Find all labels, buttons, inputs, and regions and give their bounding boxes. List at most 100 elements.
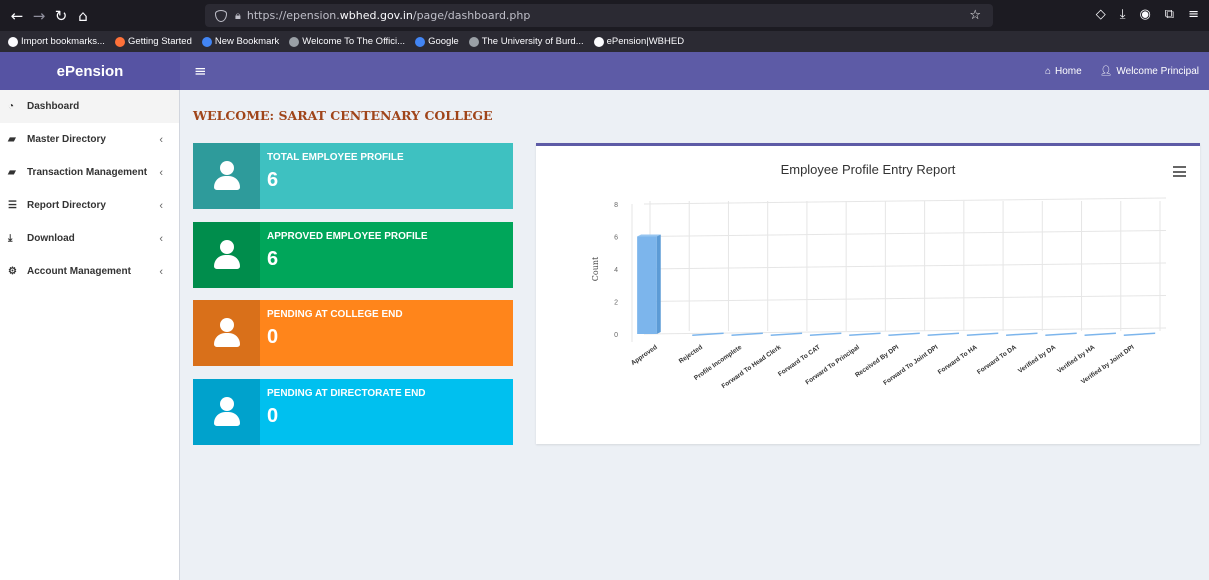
chart-panel: Employee Profile Entry Report 0 2 4 6 8 Count A… — [536, 143, 1200, 444]
stat-card-value: 6 — [267, 248, 279, 270]
menu-icon[interactable]: ≡ — [1188, 7, 1199, 22]
sidebar-item-download[interactable]: ⤓ Download ‹ — [0, 222, 179, 255]
book-icon: ▰ — [8, 167, 16, 178]
x-tick-label: Verified by HA — [1056, 344, 1096, 375]
bookmark-label: Getting Started — [127, 36, 192, 47]
user-icon — [193, 379, 260, 445]
bookmark-item[interactable]: Google — [415, 36, 459, 47]
chart-bar — [888, 332, 920, 336]
sidebar-item-report-directory[interactable]: ☰ Report Directory ‹ — [0, 189, 179, 222]
bookmark-item[interactable]: Getting Started — [114, 36, 192, 47]
chart-bar — [849, 332, 881, 336]
stat-card-label: TOTAL EMPLOYEE PROFILE — [267, 152, 404, 163]
user-menu-label: Welcome Principal — [1116, 65, 1199, 77]
user-icon — [193, 143, 260, 209]
sidebar-item-label: Transaction Management — [27, 167, 148, 178]
home-icon[interactable]: ⌂ — [72, 7, 94, 25]
y-tick-label: 4 — [614, 267, 618, 274]
url-bar[interactable]: 🔒︎ https://epension. wbhed.gov.in/page/da… — [205, 4, 993, 27]
bookmark-favicon-icon — [593, 36, 604, 47]
lock-icon[interactable]: 🔒︎ — [235, 9, 241, 23]
stat-card: PENDING AT COLLEGE END 0 — [193, 300, 513, 366]
chart-svg: Employee Profile Entry Report 0 2 4 6 8 Count A… — [591, 162, 1167, 390]
bookmark-label: Google — [428, 36, 459, 47]
y-axis-label: Count — [591, 256, 600, 281]
y-tick-label: 2 — [614, 300, 618, 307]
sidebar-toggle-icon[interactable]: ≡ — [194, 62, 207, 80]
stat-card: TOTAL EMPLOYEE PROFILE 6 — [193, 143, 513, 209]
stat-card-value: 0 — [267, 326, 279, 348]
chevron-left-icon: ‹ — [159, 166, 163, 179]
user-icon: 👤︎ — [1099, 65, 1113, 77]
chart-bar — [1084, 332, 1116, 336]
bookmark-item[interactable]: New Bookmark — [201, 36, 279, 47]
url-domain: wbhed.gov.in — [339, 9, 413, 22]
gridline — [643, 295, 1167, 302]
bookmark-item[interactable]: Import bookmarks... — [8, 36, 105, 47]
sidebar-item-label: Report Directory — [27, 200, 106, 211]
home-link[interactable]: ⌂ Home — [1045, 66, 1082, 77]
database-icon: ☰ — [8, 200, 17, 211]
user-menu[interactable]: 👤︎ Welcome Principal — [1100, 66, 1199, 77]
y-tick-label: 0 — [614, 332, 618, 339]
stat-card-value: 6 — [267, 169, 279, 191]
sidebar-item-label: Download — [27, 233, 75, 244]
bookmark-favicon-icon — [114, 36, 125, 47]
bookmark-label: Welcome To The Offici... — [302, 36, 406, 47]
y-tick-label: 6 — [614, 235, 618, 242]
book-icon: ▰ — [8, 134, 16, 145]
brand-logo[interactable]: ePension — [0, 52, 180, 90]
reload-icon[interactable]: ↻ — [50, 7, 72, 25]
account-icon[interactable]: ◉ — [1139, 7, 1150, 22]
toolbar-icons: ◇ ⤓ ◉ ⧉ ≡ — [1096, 7, 1199, 22]
url-path: /page/dashboard.php — [412, 9, 531, 22]
x-tick-label: Forward To DA — [976, 344, 1018, 376]
sidebar-item-master-directory[interactable]: ▰ Master Directory ‹ — [0, 123, 179, 156]
bookmark-label: The University of Burd... — [481, 36, 584, 47]
bookmark-star-icon[interactable]: ☆ — [969, 8, 981, 23]
browser-toolbar: ← → ↻ ⌂ 🔒︎ https://epension. wbhed.gov.in… — [0, 0, 1209, 31]
bookmark-item[interactable]: Welcome To The Offici... — [289, 36, 405, 47]
chart-menu-icon[interactable] — [1173, 166, 1186, 180]
stat-card: APPROVED EMPLOYEE PROFILE 6 — [193, 222, 513, 288]
y-tick-label: 8 — [614, 202, 618, 209]
gridline — [643, 197, 1167, 205]
page-title: WELCOME: SARAT CENTENARY COLLEGE — [193, 108, 493, 123]
x-tick-label: Forward To HA — [937, 344, 979, 376]
x-tick-label: Approved — [630, 344, 659, 367]
chart-bar-top — [637, 234, 661, 237]
chart-bar — [770, 332, 803, 336]
gridline — [643, 262, 1167, 270]
chevron-left-icon: ‹ — [159, 133, 163, 146]
sidebar-item-account-management[interactable]: ⚙ Account Management ‹ — [0, 255, 179, 288]
bookmark-item[interactable]: The University of Burd... — [468, 36, 584, 47]
chevron-left-icon: ‹ — [159, 199, 163, 212]
gridline — [643, 230, 1167, 237]
sidebar-item-label: Account Management — [27, 266, 131, 277]
home-nav-icon: ⌂ — [1044, 65, 1051, 77]
dashboard-icon: ◔ — [8, 101, 15, 112]
extensions-icon[interactable]: ⧉ — [1165, 7, 1174, 22]
back-icon[interactable]: ← — [6, 7, 28, 25]
x-tick-label: Rejected — [678, 344, 704, 365]
x-tick-label: Verified by DA — [1017, 344, 1057, 375]
sidebar-item-label: Master Directory — [27, 134, 106, 145]
bookmark-favicon-icon — [8, 36, 18, 47]
sidebar-item-dashboard[interactable]: ◔ Dashboard — [0, 90, 179, 123]
stat-card-value: 0 — [267, 405, 279, 427]
bookmark-item[interactable]: ePension|WBHED — [593, 36, 684, 47]
bookmark-label: Import bookmarks... — [21, 36, 105, 47]
chart-title: Employee Profile Entry Report — [781, 162, 956, 177]
tracking-shield-icon[interactable] — [215, 9, 227, 22]
app-header: ePension ≡ ⌂ Home 👤︎ Welcome Principal — [0, 52, 1209, 90]
downloads-icon[interactable]: ⤓ — [1120, 7, 1126, 22]
user-icon — [193, 300, 260, 366]
user-icon — [193, 222, 260, 288]
forward-icon[interactable]: → — [28, 7, 50, 25]
sidebar-item-transaction-management[interactable]: ▰ Transaction Management ‹ — [0, 156, 179, 189]
home-link-label: Home — [1054, 65, 1082, 77]
chevron-left-icon: ‹ — [159, 265, 163, 278]
bookmark-favicon-icon — [415, 36, 426, 47]
chart-bar — [637, 236, 657, 334]
pocket-icon[interactable]: ◇ — [1096, 7, 1106, 22]
